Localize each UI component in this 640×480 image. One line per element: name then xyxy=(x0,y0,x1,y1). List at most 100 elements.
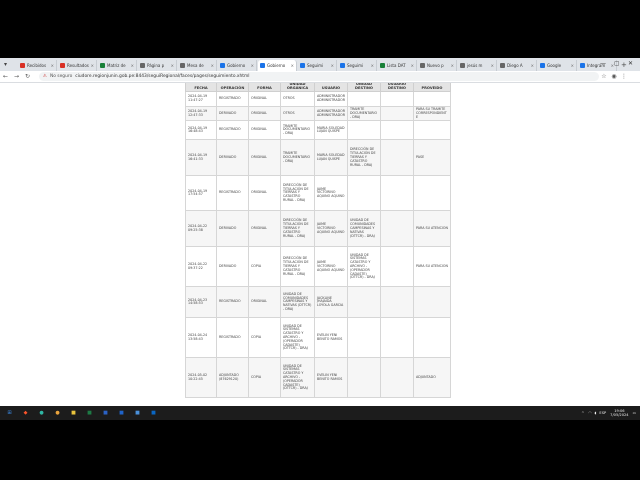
table-cell: 2024-04-22 09:25:38 xyxy=(185,210,217,248)
language-indicator[interactable]: ESP xyxy=(599,411,606,415)
table-cell: COPIA xyxy=(248,246,281,288)
browser-tab[interactable]: Resultados × xyxy=(58,60,97,71)
wifi-icon[interactable]: ◠ xyxy=(588,411,591,415)
table-cell: 2024-04-19 17:54:57 xyxy=(185,175,217,212)
table-cell: DIRECCIÓN DE TITULACIÓN DE TIERRAS Y CAT… xyxy=(347,139,381,177)
browser-tab[interactable]: Lista DAT × xyxy=(378,60,417,71)
table-cell: 2024-04-22 09:37:22 xyxy=(185,246,217,288)
favicon-icon xyxy=(500,63,505,68)
system-tray: ^ ◠ ◖ ESP 19:06 7/05/2024 ▭ xyxy=(581,406,636,420)
table-cell: 2024-04-19 12:47:33 xyxy=(185,105,217,122)
taskbar-explorer-icon[interactable]: ■ xyxy=(68,409,79,418)
favicon-icon xyxy=(260,63,265,68)
taskbar-chrome-icon[interactable]: ● xyxy=(52,409,63,418)
browser-tab[interactable]: Diego A × xyxy=(498,60,537,71)
close-tab-icon[interactable]: × xyxy=(531,63,534,68)
taskbar-word-icon[interactable]: ■ xyxy=(100,409,111,418)
table-row: 2024-05-02 10:22:45 ADJUNTADO (87629120) C… xyxy=(185,357,451,399)
column-header: USUARIO DESTINO xyxy=(380,83,414,92)
close-tab-icon[interactable]: × xyxy=(171,63,174,68)
reload-icon[interactable]: ↻ xyxy=(22,73,33,80)
tab-search-icon[interactable]: ▾ xyxy=(4,61,12,68)
table-cell: PARA SU TRAMITE CORRESPONDIENTE xyxy=(413,105,451,122)
close-tab-icon[interactable]: × xyxy=(211,63,214,68)
tab-label: Diego A xyxy=(507,63,523,68)
close-tab-icon[interactable]: × xyxy=(491,63,494,68)
taskbar-excel-icon[interactable]: ■ xyxy=(84,409,95,418)
column-header: UNIDAD ORGÁNICA xyxy=(280,83,315,92)
close-tab-icon[interactable]: × xyxy=(51,63,54,68)
browser-tab[interactable]: Integram × xyxy=(578,60,617,71)
close-tab-icon[interactable]: × xyxy=(411,63,414,68)
table-cell: DERIVADO xyxy=(216,105,249,122)
menu-icon[interactable]: ⋮ xyxy=(619,73,629,80)
browser-tab[interactable]: Google × xyxy=(538,60,577,71)
taskbar-mail-icon[interactable]: ■ xyxy=(148,409,159,418)
table-cell xyxy=(413,317,451,359)
table-cell xyxy=(347,286,381,319)
table-cell: UNIDAD DE COMUNIDADES CAMPESINAS Y NATIV… xyxy=(280,286,315,319)
table-cell: ADMINISTRADOR ADMINISTRADOR xyxy=(314,105,348,122)
browser-tab[interactable]: jesús m × xyxy=(458,60,497,71)
clock-date: 7/05/2024 xyxy=(610,413,629,417)
close-tab-icon[interactable]: × xyxy=(571,63,574,68)
tab-label: Mesa de xyxy=(187,63,204,68)
browser-tab[interactable]: Mesa de × xyxy=(178,60,217,71)
table-cell xyxy=(380,317,414,359)
table-cell: ADJUNTADO (87629120) xyxy=(216,357,249,399)
column-header: FORMA xyxy=(248,83,281,92)
tracking-table-container: FECHA OPERACIÓN FORMA UNIDAD ORGÁNICA USUARI… xyxy=(185,83,451,399)
browser-tab[interactable]: Gobierno × xyxy=(258,60,297,71)
new-tab-button[interactable]: + xyxy=(621,61,627,69)
table-cell xyxy=(380,139,414,177)
favicon-icon xyxy=(420,63,425,68)
bookmark-star-icon[interactable]: ☆ xyxy=(599,73,609,80)
table-cell: MARIA SOLEDAD LUJAN QUISPE xyxy=(314,120,348,141)
minimize-icon[interactable]: — xyxy=(600,60,606,67)
browser-tab[interactable]: Matriz de × xyxy=(98,60,137,71)
close-tab-icon[interactable]: × xyxy=(371,63,374,68)
table-cell: ORIGINAL xyxy=(248,91,281,107)
favicon-icon xyxy=(60,63,65,68)
maximize-icon[interactable]: ▢ xyxy=(614,60,620,67)
table-cell: DIRECCIÓN DE TITULACIÓN DE TIERRAS Y CAT… xyxy=(280,210,315,248)
taskbar-lenovo-icon[interactable]: ■ xyxy=(116,409,127,418)
browser-tab[interactable]: Seguimi × xyxy=(298,60,337,71)
close-tab-icon[interactable]: × xyxy=(91,63,94,68)
tab-strip: ▾ Recibidos × Resultados × Matriz de × Página … xyxy=(0,58,640,71)
close-window-icon[interactable]: ✕ xyxy=(628,60,633,67)
browser-tab[interactable]: Nuevo p × xyxy=(418,60,457,71)
close-tab-icon[interactable]: × xyxy=(251,63,254,68)
table-cell: JACKLINE JHAJAIDA LOYOLA GARCIA xyxy=(314,286,348,319)
browser-tab[interactable]: Gobierno × xyxy=(218,60,257,71)
table-cell: COPIA xyxy=(248,317,281,359)
back-icon[interactable]: ← xyxy=(0,73,11,80)
table-cell: DERIVADO xyxy=(216,139,249,177)
table-cell: JAIME VICTORINO AQUINO AQUINO xyxy=(314,210,348,248)
clock[interactable]: 19:06 7/05/2024 xyxy=(610,409,628,418)
browser-tab[interactable]: Seguimi × xyxy=(338,60,377,71)
table-cell: ORIGINAL xyxy=(248,175,281,212)
table-cell: ORIGINAL xyxy=(248,210,281,248)
close-tab-icon[interactable]: × xyxy=(331,63,334,68)
address-bar: ← → ↻ ⚠ No seguro ciudore.regionjunin.go… xyxy=(0,71,640,83)
chevron-up-icon[interactable]: ^ xyxy=(581,411,584,415)
taskbar-edge-icon[interactable]: ● xyxy=(36,409,47,418)
browser-tab[interactable]: Recibidos × xyxy=(18,60,57,71)
forward-icon[interactable]: → xyxy=(11,73,22,80)
close-tab-icon[interactable]: × xyxy=(451,63,454,68)
close-tab-icon[interactable]: × xyxy=(131,63,134,68)
close-tab-icon[interactable]: × xyxy=(291,63,294,68)
tab-label: Nuevo p xyxy=(427,63,444,68)
table-cell: REGISTRADO xyxy=(216,286,249,319)
url-field[interactable]: ⚠ No seguro ciudore.regionjunin.gob.pe:8… xyxy=(39,72,599,81)
table-cell: DIRECCIÓN DE TITULACIÓN DE TIERRAS Y CAT… xyxy=(280,175,315,212)
volume-icon[interactable]: ◖ xyxy=(595,411,597,415)
taskbar-start-icon[interactable]: ⊞ xyxy=(4,409,15,418)
table-cell: JAIME VICTORINO AQUINO AQUINO xyxy=(314,175,348,212)
browser-tab[interactable]: Página p × xyxy=(138,60,177,71)
taskbar-store-icon[interactable]: ■ xyxy=(132,409,143,418)
taskbar-brave-icon[interactable]: ◆ xyxy=(20,409,31,418)
notification-icon[interactable]: ▭ xyxy=(633,411,636,415)
profile-icon[interactable]: ◉ xyxy=(609,73,619,80)
